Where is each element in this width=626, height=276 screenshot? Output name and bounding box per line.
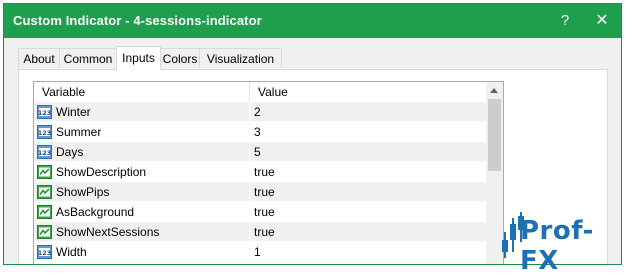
variable-value[interactable]: 2 bbox=[254, 105, 261, 119]
variable-name: ShowDescription bbox=[56, 165, 147, 179]
table-row[interactable]: ShowPips true bbox=[34, 182, 486, 202]
bool-param-icon bbox=[37, 225, 52, 239]
grid-header: Variable Value bbox=[34, 82, 486, 103]
column-header-variable[interactable]: Variable bbox=[42, 85, 85, 99]
table-row[interactable]: 123 Summer 3 bbox=[34, 122, 486, 142]
watermark-text: Prof-FX bbox=[520, 216, 594, 276]
svg-text:123: 123 bbox=[38, 149, 52, 157]
variable-name: ShowNextSessions bbox=[56, 225, 160, 239]
title-bar[interactable]: Custom Indicator - 4-sessions-indicator … bbox=[4, 4, 621, 38]
variable-name: ShowPips bbox=[56, 185, 110, 199]
cell-divider bbox=[249, 102, 250, 122]
svg-text:123: 123 bbox=[38, 109, 52, 117]
cell-divider bbox=[249, 242, 250, 262]
tab-visualization[interactable]: Visualization bbox=[199, 48, 282, 68]
table-row[interactable]: 123 Width 1 bbox=[34, 242, 486, 262]
watermark-logo: Prof-FX bbox=[496, 212, 624, 276]
bool-param-icon bbox=[37, 165, 52, 179]
window-title: Custom Indicator - 4-sessions-indicator bbox=[13, 13, 262, 28]
variable-value[interactable]: true bbox=[254, 165, 275, 179]
cell-divider bbox=[249, 182, 250, 202]
variable-value[interactable]: 3 bbox=[254, 125, 261, 139]
scrollbar-thumb[interactable] bbox=[488, 99, 501, 171]
variable-value[interactable]: true bbox=[254, 185, 275, 199]
cell-divider bbox=[249, 142, 250, 162]
bool-param-icon bbox=[37, 185, 52, 199]
cell-divider bbox=[249, 202, 250, 222]
table-row[interactable]: ShowDescription true bbox=[34, 162, 486, 182]
variable-value[interactable]: 5 bbox=[254, 145, 261, 159]
close-button[interactable]: ✕ bbox=[589, 9, 615, 33]
tab-about[interactable]: About bbox=[18, 48, 60, 68]
cell-divider bbox=[249, 162, 250, 182]
column-header-value[interactable]: Value bbox=[258, 85, 288, 99]
table-row[interactable]: 123 Days 5 bbox=[34, 142, 486, 162]
variable-value[interactable]: true bbox=[254, 225, 275, 239]
scroll-up-arrow-icon[interactable] bbox=[490, 88, 498, 93]
variable-name: Summer bbox=[56, 125, 102, 139]
svg-text:123: 123 bbox=[38, 249, 52, 257]
int-param-icon: 123 bbox=[37, 125, 52, 139]
inputs-grid: Variable Value 123 Winter 2 123 Summer 3 123 Da… bbox=[33, 81, 504, 264]
help-button[interactable]: ? bbox=[552, 9, 578, 33]
variable-value[interactable]: 1 bbox=[254, 245, 261, 259]
variable-name: Winter bbox=[56, 105, 91, 119]
tab-common[interactable]: Common bbox=[59, 48, 117, 68]
table-row[interactable]: AsBackground true bbox=[34, 202, 486, 222]
svg-text:123: 123 bbox=[38, 129, 52, 137]
cell-divider bbox=[249, 122, 250, 142]
int-param-icon: 123 bbox=[37, 105, 52, 119]
cell-divider bbox=[249, 222, 250, 242]
column-divider[interactable] bbox=[249, 82, 250, 102]
table-row[interactable]: 123 Winter 2 bbox=[34, 102, 486, 122]
variable-value[interactable]: true bbox=[254, 205, 275, 219]
variable-name: Width bbox=[56, 245, 87, 259]
bool-param-icon bbox=[37, 205, 52, 219]
tab-colors[interactable]: Colors bbox=[160, 48, 200, 68]
int-param-icon: 123 bbox=[37, 245, 52, 259]
variable-name: Days bbox=[56, 145, 84, 159]
int-param-icon: 123 bbox=[37, 145, 52, 159]
variable-name: AsBackground bbox=[56, 205, 135, 219]
table-row[interactable]: ShowNextSessions true bbox=[34, 222, 486, 242]
tab-inputs[interactable]: Inputs bbox=[116, 46, 161, 70]
